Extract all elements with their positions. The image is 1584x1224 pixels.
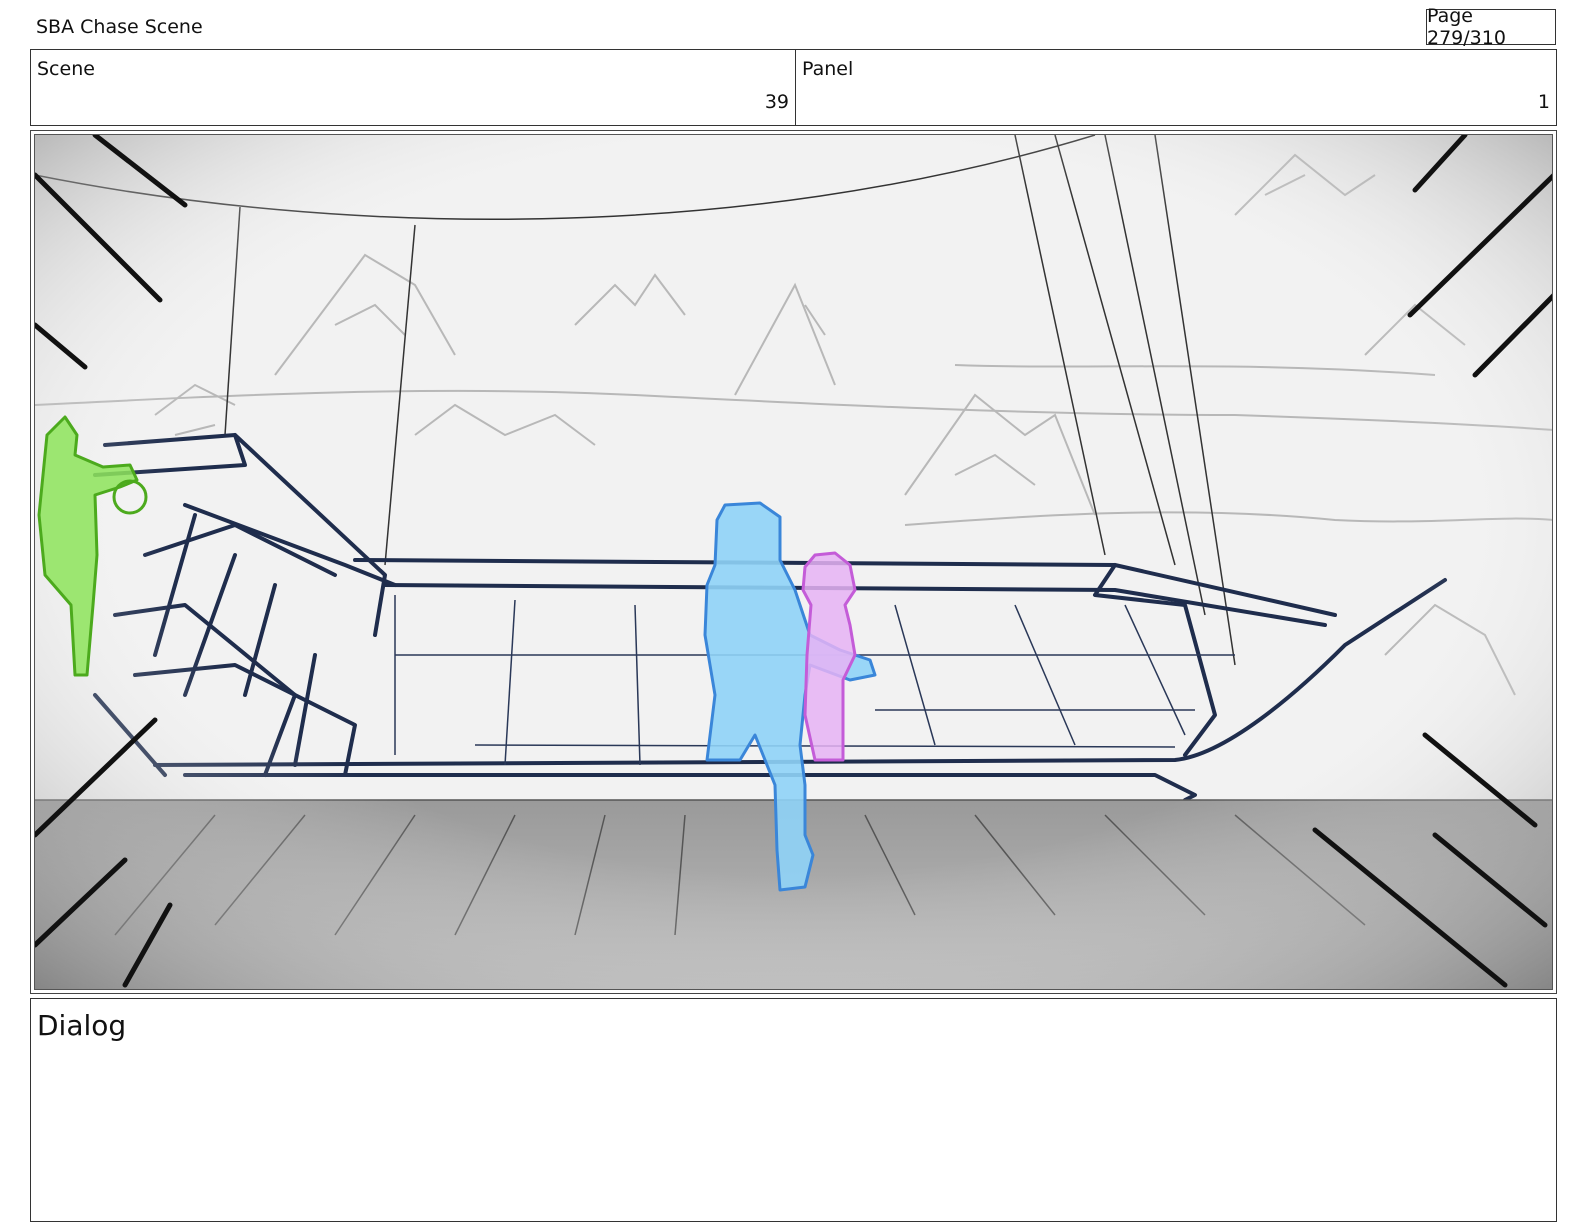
dialog-box: Dialog — [30, 998, 1557, 1222]
page-indicator: Page 279/310 — [1426, 5, 1556, 49]
storyboard-frame — [34, 134, 1553, 990]
dialog-label: Dialog — [37, 1009, 127, 1042]
scene-panel-info: Scene 39 Panel 1 — [30, 49, 1557, 126]
panel-label: Panel — [802, 58, 854, 80]
scene-label: Scene — [37, 58, 95, 80]
storyboard-sketch — [35, 135, 1552, 989]
scene-cell: Scene 39 — [31, 50, 796, 125]
document-title: SBA Chase Scene — [36, 16, 203, 38]
scene-number: 39 — [764, 91, 789, 113]
panel-cell: Panel 1 — [796, 50, 1556, 125]
panel-number: 1 — [1537, 91, 1550, 113]
